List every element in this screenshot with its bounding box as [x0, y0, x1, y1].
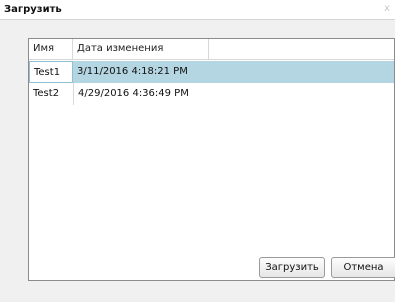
load-button[interactable]: Загрузить	[259, 257, 325, 278]
dialog-title-bar[interactable]: Загрузить x	[0, 0, 395, 20]
file-grid[interactable]: Имя Дата изменения Test1 3/11/2016 4:18:…	[28, 38, 395, 281]
column-header-modified[interactable]: Дата изменения	[73, 39, 209, 59]
dialog-title: Загрузить	[4, 4, 62, 15]
grid-header: Имя Дата изменения	[29, 39, 394, 60]
cell-modified[interactable]: 4/29/2016 4:36:49 PM	[73, 83, 209, 105]
load-dialog: Загрузить x Имя Дата изменения Test1 3/1…	[0, 0, 395, 302]
dialog-body: Имя Дата изменения Test1 3/11/2016 4:18:…	[0, 20, 395, 302]
table-row[interactable]: Test2 4/29/2016 4:36:49 PM	[29, 83, 394, 105]
column-header-name[interactable]: Имя	[29, 39, 73, 59]
cell-modified[interactable]: 3/11/2016 4:18:21 PM	[73, 61, 209, 83]
cancel-button[interactable]: Отмена	[331, 257, 395, 278]
cell-name[interactable]: Test1	[29, 61, 73, 83]
cell-name[interactable]: Test2	[29, 83, 73, 105]
table-row[interactable]: Test1 3/11/2016 4:18:21 PM	[29, 61, 394, 83]
close-icon[interactable]: x	[382, 2, 392, 16]
